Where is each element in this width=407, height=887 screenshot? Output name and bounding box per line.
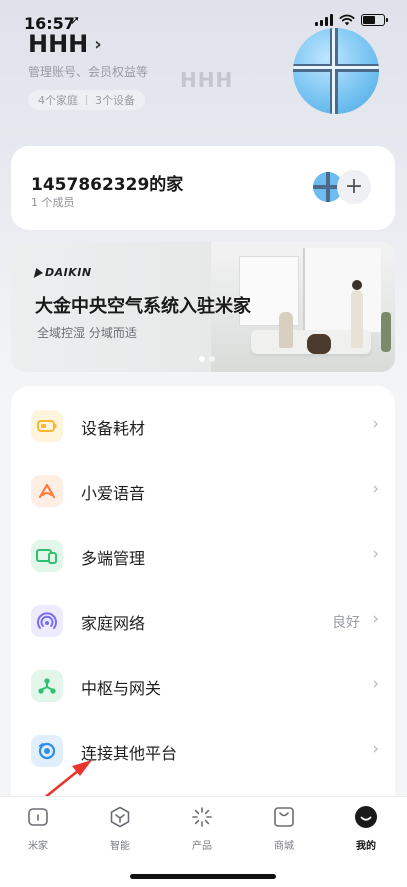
account-name: HHH [28,30,89,58]
menu-label: 多端管理 [81,549,146,568]
menu-item-multi-device[interactable]: 多端管理 › [11,524,395,589]
tab-mijia[interactable]: 米家 [8,805,68,855]
home-members: 1 个成员 [31,196,75,209]
daikin-logo: DAIKIN [33,266,92,279]
daikin-mark-icon [33,267,45,278]
chevron-right-icon: › [372,414,379,434]
multi-device-icon [31,540,63,572]
chevron-right-icon: › [372,674,379,694]
account-name-link[interactable]: HHH › [28,30,102,58]
avatar[interactable] [293,28,379,114]
add-member-button[interactable]: + [337,170,371,204]
pagination-dot-active [199,356,205,362]
tab-label: 智能 [110,841,130,852]
smart-icon [110,806,130,828]
menu-label: 家庭网络 [81,614,146,633]
menu-item-home-network[interactable]: 家庭网络 良好 › [11,589,395,654]
chevron-right-icon: › [372,609,379,629]
menu-label: 设备耗材 [81,419,146,438]
profile-icon [355,806,377,828]
battery-icon [31,410,63,442]
menu-item-consumables[interactable]: 设备耗材 › [11,394,395,459]
cellular-signal-icon [315,14,333,26]
xiaoai-icon [31,475,63,507]
location-arrow-icon: ➚ [70,13,81,27]
tab-product[interactable]: 产品 [172,805,232,855]
menu-item-xiaoai[interactable]: 小爱语音 › [11,459,395,524]
tab-label: 米家 [28,841,48,852]
chevron-right-icon: › [372,544,379,564]
tab-smart[interactable]: 智能 [90,805,150,855]
home-indicator [130,874,276,879]
menu-item-hub-gateway[interactable]: 中枢与网关 › [11,654,395,719]
banner-subtitle: 全域控湿 分域而适 [37,326,137,340]
wifi-icon [339,14,355,26]
account-subtitle[interactable]: 管理账号、会员权益等 [28,63,148,80]
banner-pagination [199,356,215,362]
product-icon [192,807,212,827]
chevron-right-icon: › [94,33,102,55]
ghost-name-watermark: HHH [180,68,234,92]
network-status: 良好 [332,615,360,631]
tab-label: 商城 [274,841,294,852]
tab-label: 产品 [192,841,212,852]
tab-mall[interactable]: 商城 [254,805,314,855]
menu-label: 中枢与网关 [81,679,162,698]
divider [86,95,87,105]
chevron-right-icon: › [372,479,379,499]
battery-icon [361,14,388,26]
settings-menu: 设备耗材 › 小爱语音 › 多端管理 › 家庭网络 良好 › 中枢与网关 › 连… [11,386,395,796]
home-device-stats[interactable]: 4个家庭 3个设备 [28,90,145,110]
promo-banner[interactable]: DAIKIN 大金中央空气系统入驻米家 全域控湿 分域而适 [11,242,395,372]
network-icon [31,605,63,637]
mall-icon [274,807,294,827]
pagination-dot [209,356,215,362]
device-count: 3个设备 [95,94,135,107]
home-count: 4个家庭 [38,94,78,107]
banner-title: 大金中央空气系统入驻米家 [35,296,251,317]
home-title: 1457862329的家 [31,175,184,195]
hub-icon [31,670,63,702]
tab-label: 我的 [356,841,376,852]
status-icons [315,14,388,26]
home-icon [28,808,48,826]
menu-label: 小爱语音 [81,484,146,503]
chevron-right-icon: › [372,739,379,759]
tab-profile[interactable]: 我的 [336,805,396,855]
home-card[interactable]: 1457862329的家 1 个成员 + [11,146,395,230]
